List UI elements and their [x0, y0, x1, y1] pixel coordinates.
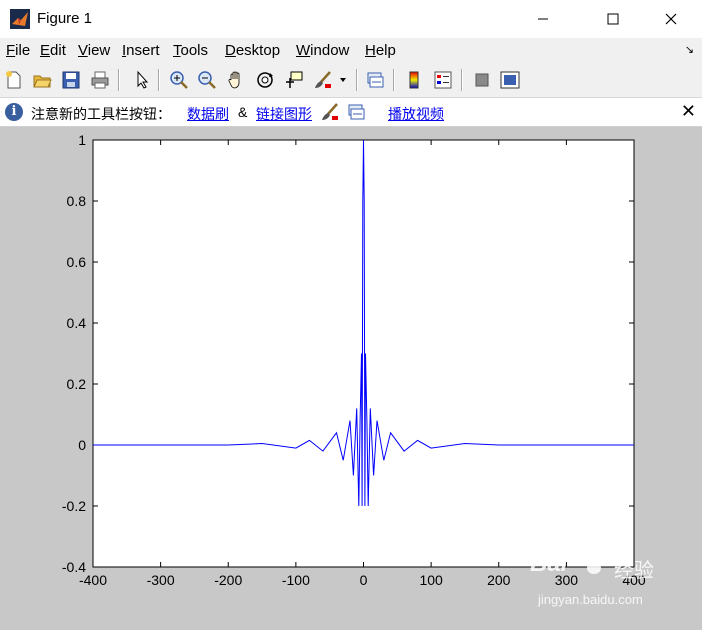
- toolbar-separator: [158, 69, 159, 91]
- menu-file[interactable]: File: [6, 42, 30, 59]
- toolbar-separator: [118, 69, 119, 91]
- data-brush-link[interactable]: 数据刷: [187, 104, 229, 124]
- pan-button[interactable]: [224, 68, 248, 92]
- minimize-icon: [538, 18, 548, 20]
- x-tick-label: -300: [147, 572, 175, 588]
- pan-hand-icon: [228, 71, 240, 89]
- title-bar: Figure 1: [0, 0, 702, 38]
- colorbar-icon: [409, 71, 419, 89]
- x-tick-label: -400: [79, 572, 107, 588]
- axes-box: [92, 139, 635, 568]
- save-button[interactable]: [59, 68, 83, 92]
- window-title: Figure 1: [37, 10, 93, 27]
- data-cursor-icon: [286, 71, 303, 88]
- close-button[interactable]: [648, 0, 694, 38]
- zoom-in-button[interactable]: [167, 68, 191, 92]
- toolbar-separator: [393, 69, 394, 91]
- rotate-3d-icon: [257, 72, 273, 88]
- menu-bar: File Edit View Insert Tools Desktop Wind…: [0, 38, 702, 63]
- minimize-button[interactable]: [520, 0, 566, 38]
- hide-plot-tools-button[interactable]: [470, 68, 494, 92]
- y-tick-label: 0: [78, 437, 86, 453]
- close-icon: [665, 13, 677, 25]
- matlab-logo-icon: [10, 9, 30, 29]
- hide-plot-tools-icon: [475, 73, 489, 87]
- toolbar-separator: [461, 69, 462, 91]
- brush-button[interactable]: [311, 68, 335, 92]
- y-tick-label: 0.4: [67, 315, 87, 331]
- menu-desktop[interactable]: Desktop: [225, 42, 280, 59]
- zoom-out-button[interactable]: [195, 68, 219, 92]
- print-icon: [91, 71, 109, 89]
- linked-plots-link[interactable]: 链接图形: [256, 104, 312, 124]
- paw-logo-icon: [585, 552, 603, 574]
- x-tick-label: -200: [214, 572, 242, 588]
- new-figure-icon: [6, 71, 21, 89]
- insert-legend-button[interactable]: [431, 68, 455, 92]
- open-file-icon: [33, 75, 52, 88]
- ampersand-text: &: [238, 104, 248, 120]
- show-plot-tools-button[interactable]: [498, 68, 522, 92]
- dock-arrow-icon[interactable]: ↘: [685, 43, 694, 56]
- menu-tools[interactable]: Tools: [173, 42, 208, 59]
- menu-help[interactable]: Help: [365, 42, 396, 59]
- y-tick-label: 0.8: [67, 193, 87, 209]
- info-icon: i: [5, 103, 23, 121]
- maximize-button[interactable]: [590, 0, 636, 38]
- new-figure-button[interactable]: [2, 68, 26, 92]
- brush-dropdown-button[interactable]: [336, 68, 350, 92]
- brush-dropdown-icon: [340, 78, 346, 82]
- link-plot-button[interactable]: [363, 68, 387, 92]
- print-button[interactable]: [88, 68, 112, 92]
- show-plot-tools-icon: [500, 71, 520, 89]
- menu-view[interactable]: View: [78, 42, 110, 59]
- infobar-close-icon[interactable]: ✕: [681, 101, 696, 122]
- link-plot-icon: [348, 104, 365, 120]
- baidu-jingyan-watermark: Bai 经验 jingyan.baidu.com: [530, 550, 654, 607]
- y-tick-label: -0.2: [62, 498, 86, 514]
- brush-icon: [315, 71, 331, 88]
- open-file-button[interactable]: [30, 68, 54, 92]
- data-cursor-button[interactable]: [282, 68, 306, 92]
- save-icon: [62, 71, 80, 89]
- y-tick-label: 0.2: [67, 376, 87, 392]
- x-tick-label: -100: [282, 572, 310, 588]
- insert-colorbar-button[interactable]: [402, 68, 426, 92]
- x-tick-label: 100: [419, 572, 443, 588]
- y-tick-label: 1: [78, 132, 86, 148]
- play-video-link[interactable]: 播放视频: [388, 104, 444, 124]
- figure-toolbar: [0, 63, 702, 98]
- zoom-in-icon: [170, 71, 188, 89]
- menu-edit[interactable]: Edit: [40, 42, 66, 59]
- info-message: 注意新的工具栏按钮：: [31, 106, 171, 122]
- link-plot-icon: [367, 72, 384, 88]
- edit-plot-button[interactable]: [130, 68, 154, 92]
- maximize-icon: [607, 13, 619, 25]
- x-tick-label: 200: [487, 572, 511, 588]
- toolbar-separator: [356, 69, 357, 91]
- brush-icon: [322, 103, 338, 120]
- menu-insert[interactable]: Insert: [122, 42, 160, 59]
- info-bar: i 注意新的工具栏按钮： 数据刷 & 链接图形 播放视频 ✕: [0, 98, 702, 127]
- zoom-out-icon: [198, 71, 216, 89]
- pointer-icon: [137, 70, 149, 89]
- legend-icon: [434, 71, 452, 89]
- rotate-3d-button[interactable]: [253, 68, 277, 92]
- x-tick-label: 0: [360, 572, 368, 588]
- y-tick-label: 0.6: [67, 254, 87, 270]
- menu-window[interactable]: Window: [296, 42, 349, 59]
